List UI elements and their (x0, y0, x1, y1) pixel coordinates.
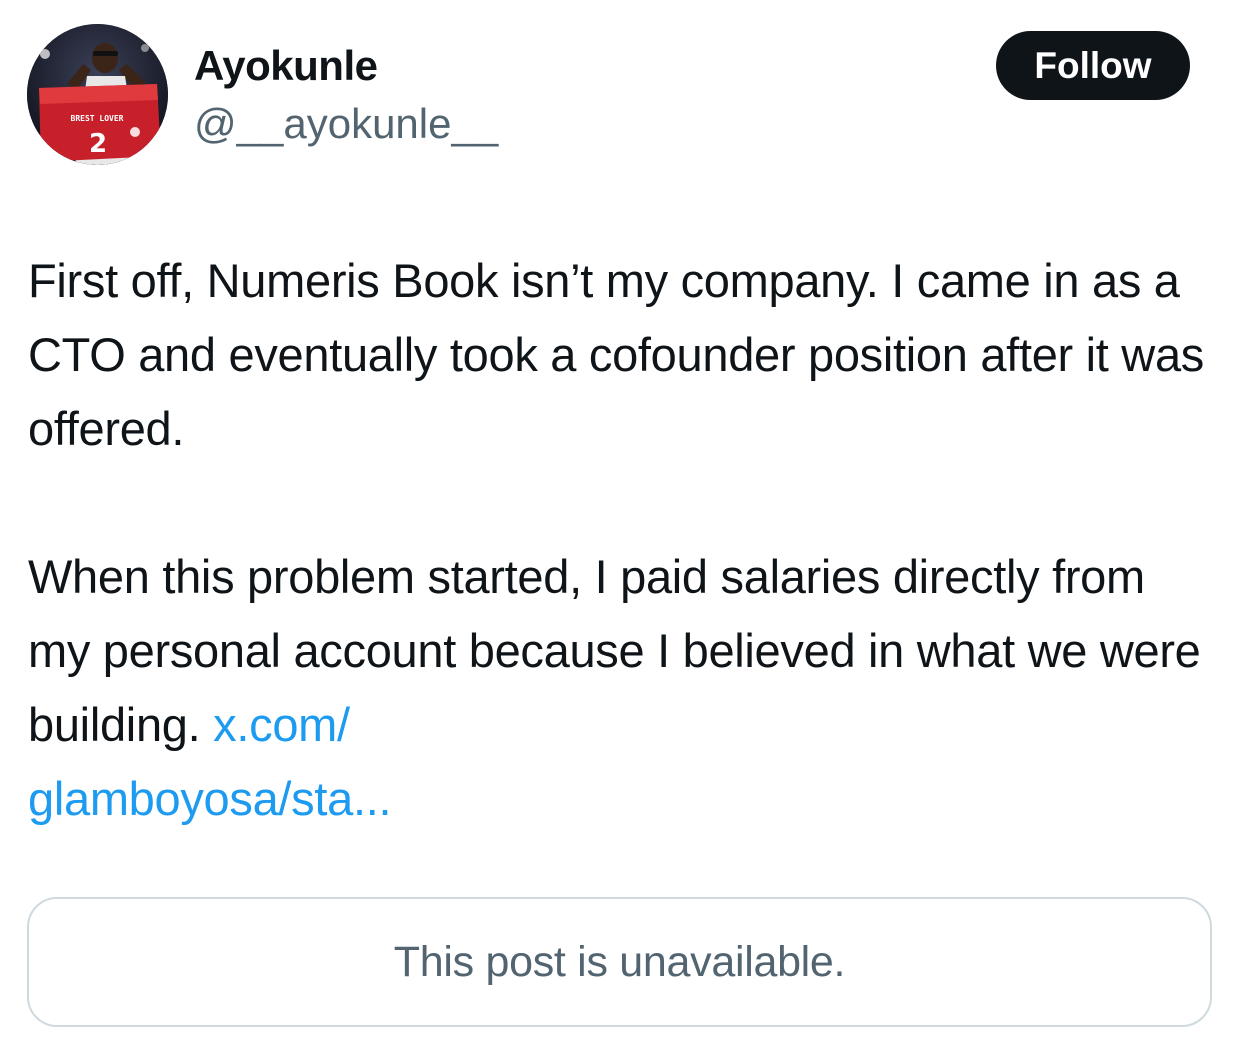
tweet-paragraph-2-text: When this problem started, I paid salari… (28, 550, 1201, 751)
avatar-shirt-number: 2 (89, 129, 107, 159)
quoted-post-unavailable-text: This post is unavailable. (393, 937, 846, 986)
author-display-name[interactable]: Ayokunle (194, 40, 378, 92)
author-handle[interactable]: @__ayokunle__ (194, 98, 498, 150)
author-avatar[interactable]: BREST LOVER 2 (27, 24, 168, 165)
tweet-link-part-2: glamboyosa/sta... (28, 772, 392, 825)
avatar-shirt-text: BREST LOVER (71, 114, 124, 123)
tweet-text: First off, Numeris Book isn’t my company… (28, 244, 1218, 836)
follow-button[interactable]: Follow (996, 31, 1190, 100)
tweet-paragraph-1: First off, Numeris Book isn’t my company… (28, 254, 1204, 455)
tweet-link-part-1: x.com/ (213, 698, 350, 751)
avatar-image: BREST LOVER 2 (27, 24, 168, 165)
quoted-post-card[interactable]: This post is unavailable. (27, 897, 1212, 1027)
tweet-paragraph-2: When this problem started, I paid salari… (28, 540, 1218, 836)
